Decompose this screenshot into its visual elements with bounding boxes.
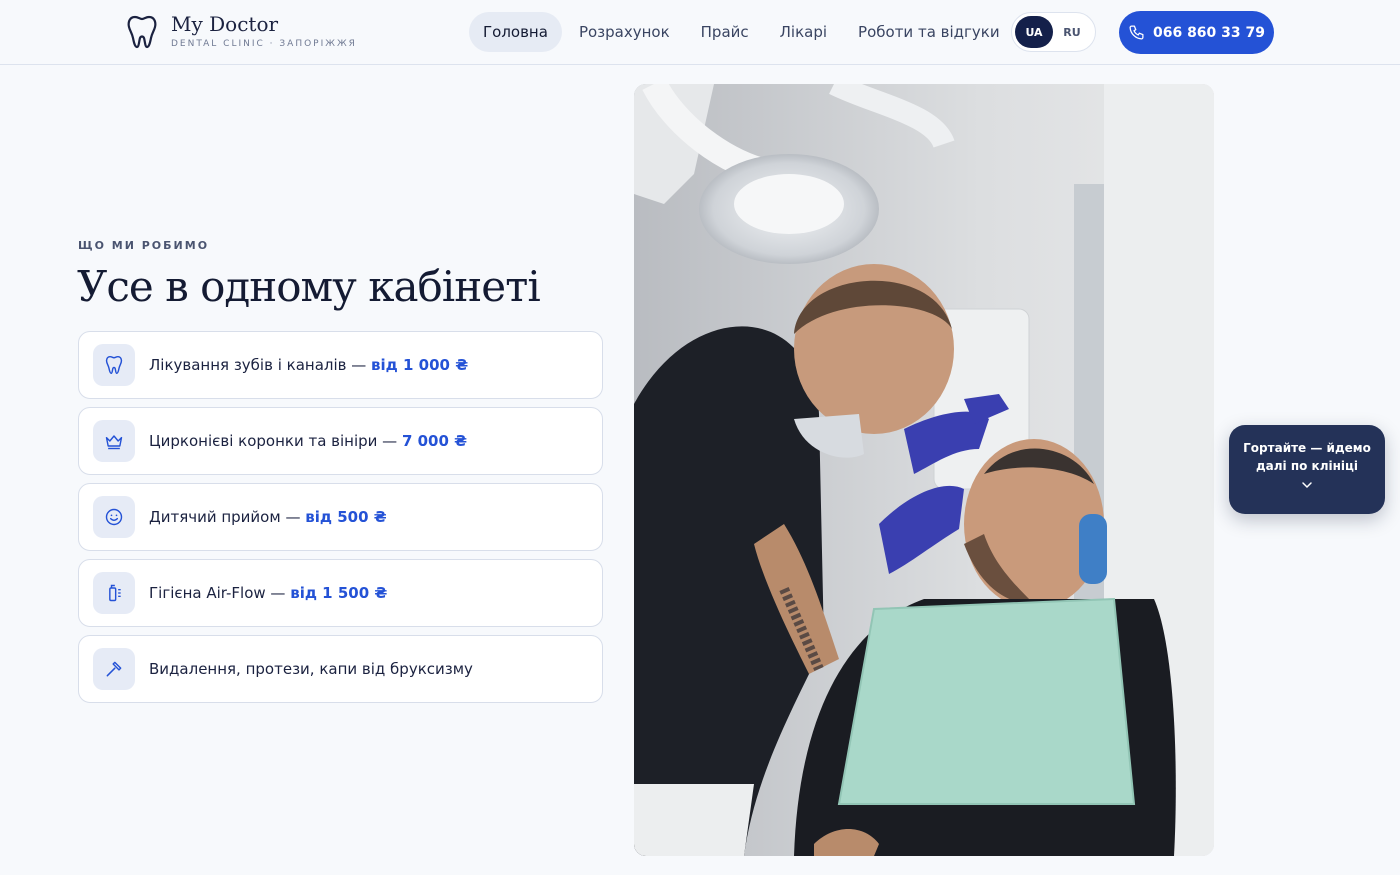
scroll-hint-line2: далі по клініці (1255, 459, 1359, 473)
brand-logo[interactable]: My Doctor DENTAL CLINIC · ЗАПОРІЖЖЯ (126, 13, 357, 50)
crown-icon (93, 420, 135, 462)
service-label: Дитячий прийом — від 500 ₴ (149, 508, 387, 526)
service-label: Видалення, протези, капи від бруксизму (149, 660, 473, 678)
phone-button[interactable]: 066 860 33 79 (1119, 11, 1274, 54)
lang-ru[interactable]: RU (1053, 16, 1091, 48)
service-price: від 500 ₴ (305, 508, 387, 526)
brand-name: My Doctor (171, 12, 279, 36)
service-label: Лікування зубів і каналів — від 1 000 ₴ (149, 356, 468, 374)
clinic-photo (634, 84, 1214, 856)
service-name: Гігієна Air-Flow — (149, 584, 291, 602)
service-name: Цирконієві коронки та вініри — (149, 432, 402, 450)
service-card-extraction[interactable]: Видалення, протези, капи від бруксизму (78, 635, 603, 703)
service-card-airflow[interactable]: Гігієна Air-Flow — від 1 500 ₴ (78, 559, 603, 627)
tooth-icon (127, 15, 157, 49)
brand-subtitle: DENTAL CLINIC · ЗАПОРІЖЖЯ (171, 39, 357, 49)
nav-works-reviews[interactable]: Роботи та відгуки (844, 12, 1014, 52)
service-name: Дитячий прийом — (149, 508, 306, 526)
lang-ua[interactable]: UA (1015, 16, 1053, 48)
tooth-icon (93, 344, 135, 386)
service-name: Лікування зубів і каналів — (149, 356, 372, 374)
service-price: від 1 500 ₴ (290, 584, 388, 602)
section-eyebrow: ЩО МИ РОБИМО (78, 239, 210, 252)
dentist-at-work-illustration (634, 84, 1214, 856)
nav-calculation[interactable]: Розрахунок (565, 12, 684, 52)
tool-icon (93, 648, 135, 690)
chevron-down-icon (1229, 481, 1385, 489)
service-card-kids[interactable]: Дитячий прийом — від 500 ₴ (78, 483, 603, 551)
section-title: Усе в одному кабінеті (77, 262, 541, 311)
nav-doctors[interactable]: Лікарі (766, 12, 841, 52)
phone-icon (1129, 25, 1144, 40)
service-card-treatment[interactable]: Лікування зубів і каналів — від 1 000 ₴ (78, 331, 603, 399)
services-list: Лікування зубів і каналів — від 1 000 ₴ … (78, 331, 603, 711)
language-switcher: UA RU (1011, 12, 1096, 52)
service-price: від 1 000 ₴ (371, 356, 469, 374)
nav-price[interactable]: Прайс (687, 12, 763, 52)
airflow-icon (93, 572, 135, 614)
site-header: My Doctor DENTAL CLINIC · ЗАПОРІЖЖЯ Голо… (0, 0, 1400, 65)
service-name: Видалення, протези, капи від бруксизму (149, 660, 473, 678)
nav-home[interactable]: Головна (469, 12, 562, 52)
smile-icon (93, 496, 135, 538)
service-card-crowns[interactable]: Цирконієві коронки та вініри — 7 000 ₴ (78, 407, 603, 475)
phone-number: 066 860 33 79 (1152, 24, 1266, 41)
service-label: Гігієна Air-Flow — від 1 500 ₴ (149, 584, 387, 602)
service-label: Цирконієві коронки та вініри — 7 000 ₴ (149, 432, 467, 450)
scroll-hint-line1: Гортайте — йдемо (1243, 441, 1371, 455)
main-nav: Головна Розрахунок Прайс Лікарі Роботи т… (469, 12, 1017, 52)
service-price: 7 000 ₴ (401, 432, 468, 450)
scroll-hint-badge[interactable]: Гортайте — йдемо далі по клініці (1229, 425, 1385, 514)
